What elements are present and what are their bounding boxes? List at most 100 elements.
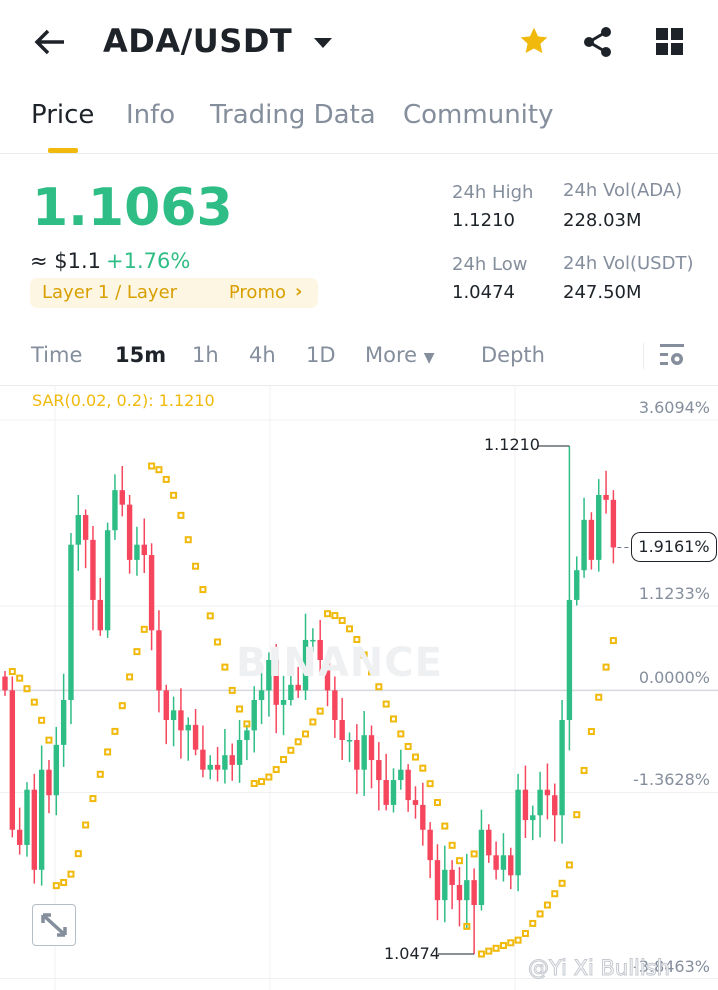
candle-body [412,800,419,805]
current-price-badge: 1.9161% [631,532,717,562]
sar-dot [551,890,559,898]
candle-body [405,769,411,801]
credit-watermark: @Yi Xi Bullish [528,956,671,981]
sar-dot [331,612,339,620]
candle-body [552,795,558,816]
sar-dot [514,936,522,944]
sar-dot [507,939,515,947]
candle-body [383,780,389,805]
sar-dot [221,663,229,671]
sar-dot [162,475,170,483]
candle-body [31,789,38,870]
expand-icon [41,913,67,937]
candle-body [280,700,287,705]
sar-dot [404,742,412,750]
candle-body [236,740,243,765]
sar-dot [411,753,419,761]
candle-body [376,760,382,781]
candle-body [258,690,265,700]
axis-pct-label: -1.3628% [633,770,710,790]
candle-body [566,599,573,721]
candle-body [471,880,477,905]
sar-dot [558,879,566,887]
candle-body [200,749,206,770]
candlestick-chart[interactable] [0,0,718,990]
candle-body [420,804,426,830]
sar-dot [485,947,493,955]
sar-dot [192,562,200,570]
candle-body [346,740,353,742]
sar-dot [82,821,90,829]
sar-dot [38,716,46,724]
candle-body [559,720,565,816]
candle-body [339,720,345,741]
candle-body [207,764,213,770]
sar-dot [52,882,60,890]
candle-body [361,735,367,770]
candle-body [53,744,60,796]
sar-dot [543,901,551,909]
candle-body [368,735,375,761]
candle-body [141,544,147,556]
axis-pct-label: 3.6094% [638,397,710,417]
candle-body [185,724,191,731]
candle-body [596,495,602,560]
low-marker-label: 1.0474 [384,944,440,963]
candle-body [46,769,52,796]
sar-dot [265,773,273,781]
sar-dot [287,746,295,754]
candle-body [119,490,125,505]
sar-indicator-label: SAR(0.02, 0.2): 1.1210 [32,391,215,410]
candle-body [90,539,96,600]
sar-dot [521,929,529,937]
candle-body [354,740,360,770]
fullscreen-button[interactable] [32,904,76,946]
candle-body [288,684,294,700]
sar-dot [338,616,346,624]
sar-dot [316,707,324,715]
sar-dot [199,586,207,594]
sar-dot [177,511,185,519]
sar-dot [280,756,288,764]
candle-body [544,789,551,796]
high-marker-label: 1.1210 [484,435,540,454]
candle-body [390,780,397,805]
candle-body [522,789,529,821]
candle-body [214,764,221,770]
candle-body [588,519,595,560]
sar-dot [30,698,38,706]
candle-body [449,869,455,885]
sar-dot [324,610,332,618]
sar-dot [118,702,126,710]
candle-body [97,599,103,631]
candle-body [2,676,8,691]
sar-dot [587,728,595,736]
sar-dot [184,536,192,544]
sar-dot [45,736,53,744]
sar-dot [499,942,507,950]
sar-dot [492,944,500,952]
candle-body [251,700,257,731]
candle-body [398,769,404,781]
candle-body [178,710,184,731]
candle-body [500,855,507,870]
sar-dot [67,870,75,878]
candle-body [148,555,155,631]
candle-body [486,829,492,856]
candle-body [610,499,617,548]
sar-dot [573,811,581,819]
sar-dot [580,766,588,774]
sar-dot [250,780,258,788]
sar-dot [89,795,97,803]
sar-dot [140,625,148,633]
candle-body [192,724,199,750]
sar-dot [565,861,573,869]
sar-dot [426,780,434,788]
sar-dot [74,850,82,858]
candle-body [508,855,514,876]
candle-body [163,690,169,721]
sar-dot [104,748,112,756]
sar-dot [126,673,134,681]
sar-dot [294,738,302,746]
sar-dot [272,766,280,774]
